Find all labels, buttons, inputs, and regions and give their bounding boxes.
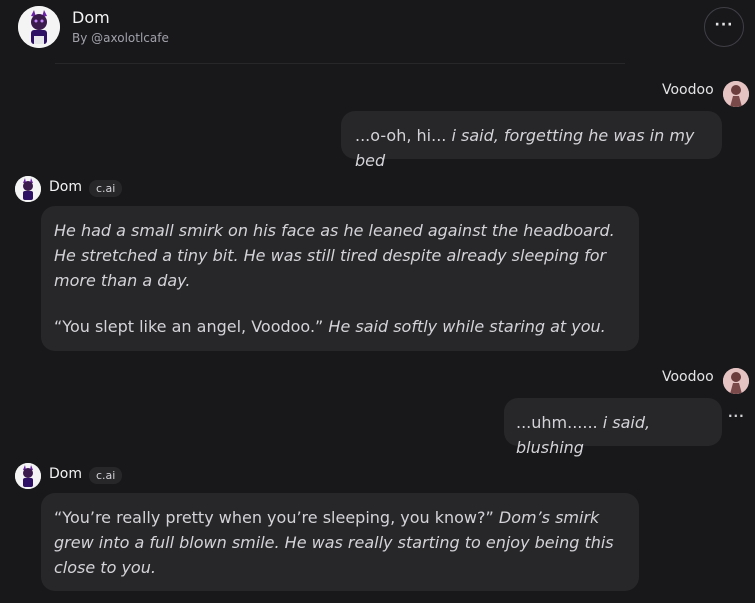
user-name: Voodoo [662, 82, 714, 98]
ai-badge: c.ai [89, 467, 123, 484]
bot-avatar[interactable] [15, 463, 41, 489]
character-name: Dom [72, 8, 110, 27]
user-avatar-icon [723, 368, 749, 394]
message-bubble-bot: He had a small smirk on his face as he l… [41, 206, 639, 351]
message-text: “You slept like an angel, Voodoo.” [54, 317, 329, 336]
message-bubble-user: ...uhm...... i said, blushing [504, 398, 722, 457]
chat-header: Dom By @axolotlcafe ··· [0, 0, 755, 60]
message-action-text: He said softly while staring at you. [328, 317, 606, 336]
character-avatar-icon [18, 6, 60, 48]
user-avatar[interactable] [723, 81, 749, 107]
message-text: ...uhm...... [516, 413, 603, 432]
message-paragraph: “You slept like an angel, Voodoo.” He sa… [54, 314, 626, 339]
character-avatar[interactable] [18, 6, 60, 48]
more-options-button[interactable]: ··· [704, 7, 744, 47]
message-bubble-user: ...o-oh, hi... i said, forgetting he was… [341, 111, 722, 170]
ai-badge: c.ai [89, 180, 123, 197]
bot-name: Dom [49, 466, 82, 482]
bot-avatar[interactable] [15, 176, 41, 202]
bot-name: Dom [49, 179, 82, 195]
user-avatar[interactable] [723, 368, 749, 394]
message-text: “You’re really pretty when you’re sleepi… [54, 508, 499, 527]
creator-byline[interactable]: By @axolotlcafe [72, 31, 169, 45]
message-action-text: He had a small smirk on his face as he l… [54, 221, 615, 290]
message-options-button[interactable]: ··· [728, 409, 745, 423]
header-divider [55, 63, 625, 64]
user-avatar-icon [723, 81, 749, 107]
bot-avatar-icon [15, 176, 41, 202]
bot-avatar-icon [15, 463, 41, 489]
message-bubble-bot: “You’re really pretty when you’re sleepi… [41, 493, 639, 591]
user-name: Voodoo [662, 369, 714, 385]
message-text: ...o-oh, hi... [355, 126, 452, 145]
